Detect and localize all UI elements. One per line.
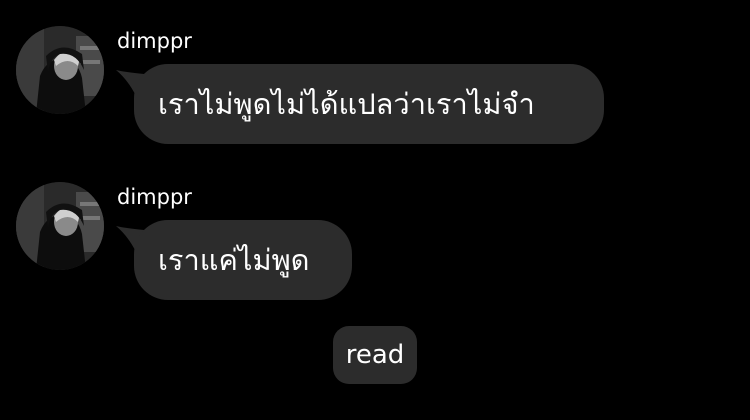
avatar[interactable]	[16, 26, 104, 114]
message-text: เราแค่ไม่พูด	[158, 243, 310, 277]
avatar-photo	[16, 26, 104, 114]
avatar-photo	[16, 182, 104, 270]
avatar[interactable]	[16, 182, 104, 270]
sender-name: dimppr	[117, 185, 192, 209]
message-text: เราไม่พูดไม่ได้แปลว่าเราไม่จำ	[158, 87, 535, 121]
read-receipt-badge: read	[333, 326, 417, 384]
message-bubble[interactable]: เราแค่ไม่พูด	[134, 220, 352, 300]
message-bubble[interactable]: เราไม่พูดไม่ได้แปลว่าเราไม่จำ	[134, 64, 604, 144]
sender-name: dimppr	[117, 29, 192, 53]
